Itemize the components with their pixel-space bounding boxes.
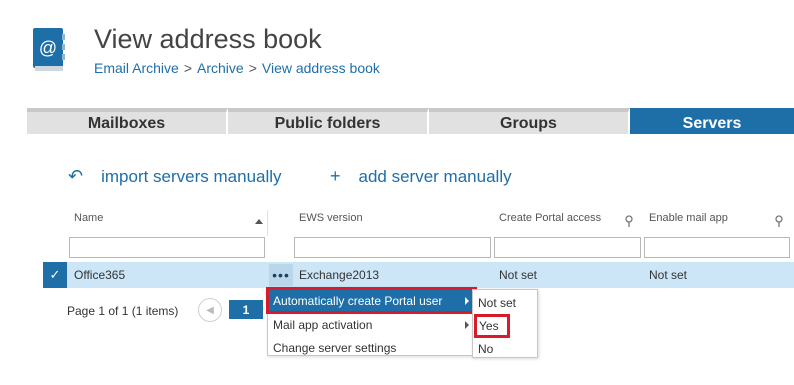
filter-ews-version-input[interactable] <box>294 237 491 258</box>
checkmark-icon: ✓ <box>49 267 61 282</box>
add-server-button[interactable]: + add server manually <box>330 166 512 187</box>
column-divider <box>267 210 268 236</box>
filter-create-portal-access-input[interactable] <box>494 237 641 258</box>
breadcrumb-separator: > <box>183 60 192 76</box>
menu-item-mail-app-activation[interactable]: Mail app activation <box>268 313 475 336</box>
tab-public-folders[interactable]: Public folders <box>228 108 429 134</box>
sort-ascending-icon[interactable] <box>255 219 263 224</box>
pager-summary: Page 1 of 1 (1 items) <box>67 304 179 318</box>
breadcrumb-email-archive[interactable]: Email Archive <box>94 60 179 76</box>
context-menu: Automatically create Portal user Mail ap… <box>266 287 477 359</box>
cell-create-portal-access: Not set <box>499 268 538 282</box>
submenu-item-yes[interactable]: Yes <box>474 314 510 338</box>
pager-previous-button[interactable]: ◀ <box>198 298 222 322</box>
add-server-label: add server manually <box>358 166 512 186</box>
breadcrumb-separator: > <box>248 60 257 76</box>
import-servers-label: import servers manually <box>101 166 282 186</box>
tab-mailboxes[interactable]: Mailboxes <box>27 108 228 134</box>
column-header-create-portal-access[interactable]: Create Portal access <box>499 212 601 234</box>
pin-icon[interactable] <box>774 215 784 227</box>
menu-item-label: Automatically create Portal user <box>273 293 443 308</box>
column-header-name[interactable]: Name <box>74 212 103 234</box>
breadcrumb-view-address-book[interactable]: View address book <box>262 60 380 76</box>
menu-item-auto-create-portal-user[interactable]: Automatically create Portal user <box>266 287 477 314</box>
submenu-item-no[interactable]: No <box>473 338 537 360</box>
cell-ews-version: Exchange2013 <box>299 268 380 282</box>
filter-name-input[interactable] <box>69 237 265 258</box>
svg-text:@: @ <box>39 38 57 58</box>
undo-arrow-icon: ↶ <box>68 166 84 186</box>
tab-bar: Mailboxes Public folders Groups Servers <box>27 108 794 134</box>
filter-enable-mail-app-input[interactable] <box>644 237 790 258</box>
menu-item-label: Mail app activation <box>273 317 373 332</box>
chevron-left-icon: ◀ <box>206 304 214 316</box>
cell-name: Office365 <box>74 268 126 282</box>
submenu: Not set Yes No <box>472 289 538 358</box>
address-book-icon: @ <box>33 28 65 71</box>
row-more-button[interactable]: ••• <box>269 264 293 286</box>
tab-servers[interactable]: Servers <box>630 108 794 134</box>
breadcrumb: Email Archive > Archive > View address book <box>94 60 380 76</box>
pager-current-page[interactable]: 1 <box>229 300 263 319</box>
import-servers-button[interactable]: ↶ import servers manually <box>68 166 282 187</box>
chevron-right-icon <box>465 321 469 329</box>
column-header-ews-version[interactable]: EWS version <box>299 212 363 234</box>
cell-enable-mail-app: Not set <box>649 268 688 282</box>
chevron-right-icon <box>465 297 469 305</box>
submenu-item-not-set[interactable]: Not set <box>473 292 537 314</box>
row-checkbox[interactable]: ✓ <box>43 262 67 288</box>
tab-groups[interactable]: Groups <box>429 108 630 134</box>
column-header-enable-mail-app[interactable]: Enable mail app <box>649 212 728 234</box>
menu-item-label: Change server settings <box>273 340 397 355</box>
page-title: View address book <box>94 24 322 54</box>
breadcrumb-archive[interactable]: Archive <box>197 60 244 76</box>
pin-icon[interactable] <box>624 215 634 227</box>
menu-item-change-server-settings[interactable]: Change server settings <box>268 336 475 359</box>
plus-icon: + <box>330 166 341 186</box>
